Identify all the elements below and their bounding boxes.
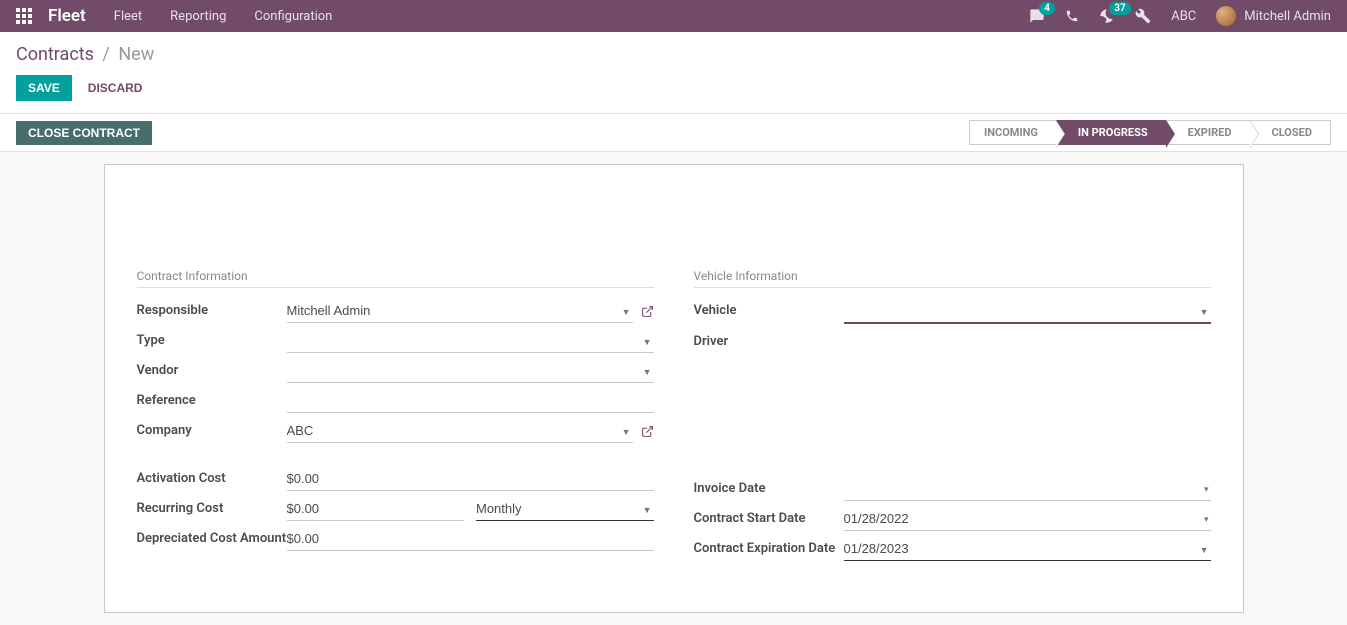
label-recurring-cost: Recurring Cost bbox=[137, 497, 287, 516]
label-vendor: Vendor bbox=[137, 359, 287, 378]
breadcrumb-root[interactable]: Contracts bbox=[16, 44, 94, 65]
user-name: Mitchell Admin bbox=[1244, 9, 1331, 24]
input-responsible[interactable] bbox=[287, 299, 633, 323]
input-exp-date[interactable] bbox=[844, 537, 1211, 561]
messages-icon[interactable]: 4 bbox=[1029, 8, 1045, 24]
close-contract-button[interactable]: CLOSE CONTRACT bbox=[16, 121, 152, 145]
label-vehicle: Vehicle bbox=[694, 299, 844, 318]
status-in-progress[interactable]: IN PROGRESS bbox=[1056, 120, 1166, 145]
company-switcher[interactable]: ABC bbox=[1171, 9, 1196, 24]
divider bbox=[137, 287, 654, 288]
phone-icon[interactable] bbox=[1065, 9, 1079, 23]
user-menu[interactable]: Mitchell Admin bbox=[1216, 6, 1331, 26]
save-button[interactable]: SAVE bbox=[16, 75, 72, 101]
input-recurring-period[interactable] bbox=[476, 497, 654, 521]
input-vendor[interactable] bbox=[287, 359, 654, 383]
messages-badge: 4 bbox=[1039, 2, 1055, 15]
external-link-icon[interactable] bbox=[641, 425, 654, 438]
breadcrumb: Contracts / New bbox=[16, 44, 1331, 65]
label-reference: Reference bbox=[137, 389, 287, 408]
statusbar: INCOMING IN PROGRESS EXPIRED CLOSED bbox=[969, 120, 1331, 145]
label-type: Type bbox=[137, 329, 287, 348]
nav-menu-reporting[interactable]: Reporting bbox=[170, 9, 226, 24]
contract-info-group: Contract Information Responsible ▼ Type bbox=[137, 269, 654, 564]
label-exp-date: Contract Expiration Date bbox=[694, 537, 844, 556]
status-closed[interactable]: CLOSED bbox=[1250, 120, 1332, 145]
label-invoice-date: Invoice Date bbox=[694, 477, 844, 496]
activities-icon[interactable]: 37 bbox=[1099, 8, 1115, 24]
input-activation-cost[interactable] bbox=[287, 467, 654, 491]
input-company[interactable] bbox=[287, 419, 633, 443]
activities-badge: 37 bbox=[1109, 2, 1130, 15]
divider bbox=[694, 287, 1211, 288]
status-incoming[interactable]: INCOMING bbox=[969, 120, 1056, 145]
debug-icon[interactable] bbox=[1135, 8, 1151, 24]
label-start-date: Contract Start Date bbox=[694, 507, 844, 526]
input-type[interactable] bbox=[287, 329, 654, 353]
external-link-icon[interactable] bbox=[641, 305, 654, 318]
breadcrumb-separator: / bbox=[102, 44, 109, 65]
form-sheet: Contract Information Responsible ▼ Type bbox=[104, 164, 1244, 613]
input-reference[interactable] bbox=[287, 389, 654, 413]
input-depreciated[interactable] bbox=[287, 527, 654, 551]
label-responsible: Responsible bbox=[137, 299, 287, 318]
vehicle-info-title: Vehicle Information bbox=[694, 269, 1211, 283]
discard-button[interactable]: DISCARD bbox=[88, 81, 143, 95]
top-navbar: Fleet Fleet Reporting Configuration 4 37… bbox=[0, 0, 1347, 32]
contract-info-title: Contract Information bbox=[137, 269, 654, 283]
input-recurring-cost[interactable] bbox=[287, 497, 465, 521]
input-invoice-date[interactable] bbox=[844, 477, 1211, 501]
input-start-date[interactable] bbox=[844, 507, 1211, 531]
app-brand[interactable]: Fleet bbox=[48, 6, 86, 26]
status-expired[interactable]: EXPIRED bbox=[1166, 120, 1250, 145]
breadcrumb-current: New bbox=[118, 44, 154, 65]
nav-menu-fleet[interactable]: Fleet bbox=[114, 9, 142, 24]
label-company: Company bbox=[137, 419, 287, 438]
status-bar: CLOSE CONTRACT INCOMING IN PROGRESS EXPI… bbox=[0, 114, 1347, 152]
user-avatar bbox=[1216, 6, 1236, 26]
label-depreciated: Depreciated Cost Amount bbox=[137, 527, 287, 546]
action-bar: SAVE DISCARD bbox=[0, 65, 1347, 114]
vehicle-info-group: Vehicle Information Vehicle ▼ Driver bbox=[694, 269, 1211, 564]
nav-menu-configuration[interactable]: Configuration bbox=[254, 9, 332, 24]
label-activation-cost: Activation Cost bbox=[137, 467, 287, 486]
label-driver: Driver bbox=[694, 330, 844, 349]
apps-icon[interactable] bbox=[16, 8, 32, 24]
header: Contracts / New bbox=[0, 32, 1347, 65]
input-vehicle[interactable] bbox=[844, 299, 1211, 324]
